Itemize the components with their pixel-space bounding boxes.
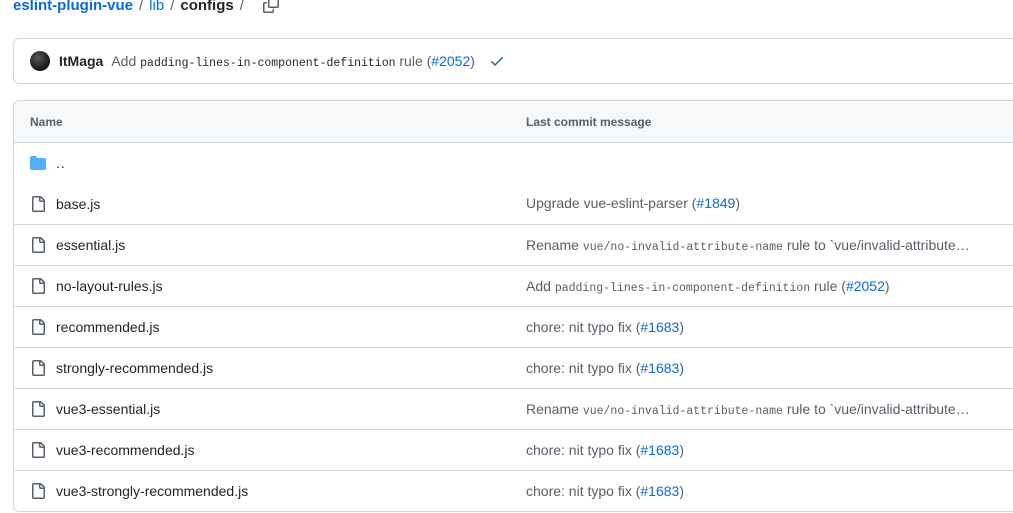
msg-post: ) xyxy=(679,482,684,499)
breadcrumb-trailing-separator: / xyxy=(239,0,244,14)
file-icon xyxy=(30,401,46,417)
check-icon[interactable] xyxy=(489,53,505,69)
commit-message[interactable]: Add padding-lines-in-component-definitio… xyxy=(111,53,475,70)
file-icon xyxy=(30,237,46,253)
file-icon xyxy=(30,278,46,294)
commit-message-end: ) xyxy=(470,52,475,69)
file-table: Name Last commit message .. base.js Upgr… xyxy=(13,100,1013,512)
msg-code: vue/no-invalid-attribute-name xyxy=(582,404,783,418)
msg-pre: Upgrade vue-eslint-parser ( xyxy=(526,195,697,211)
message-column-header: Last commit message xyxy=(526,114,652,129)
msg-post: ) xyxy=(679,318,684,335)
msg-code: vue/no-invalid-attribute-name xyxy=(582,240,783,254)
file-icon xyxy=(30,360,46,376)
file-row[interactable]: vue3-recommended.js chore: nit typo fix … xyxy=(14,429,1013,470)
commit-message-prefix: Add xyxy=(111,52,137,69)
pr-link[interactable]: #1683 xyxy=(640,319,679,335)
file-name-link[interactable]: recommended.js xyxy=(56,319,160,335)
file-name-link[interactable]: no-layout-rules.js xyxy=(56,278,163,294)
msg-pre: chore: nit typo fix ( xyxy=(526,318,641,335)
msg-pre: Add xyxy=(526,277,555,294)
pr-link[interactable]: #1683 xyxy=(640,360,679,376)
msg-mid: rule to `vue/invalid-attribute… xyxy=(782,236,970,253)
msg-post: ) xyxy=(679,441,684,458)
msg-pre: chore: nit typo fix ( xyxy=(526,482,641,499)
msg-pre: chore: nit typo fix ( xyxy=(526,359,641,376)
name-column-header: Name xyxy=(30,114,63,129)
file-name-link[interactable]: vue3-recommended.js xyxy=(56,442,195,458)
file-row[interactable]: recommended.js chore: nit typo fix (#168… xyxy=(14,306,1013,347)
avatar[interactable] xyxy=(30,51,50,71)
msg-post: ) xyxy=(679,359,684,376)
commit-message-code: padding-lines-in-component-definition xyxy=(140,56,396,70)
latest-commit-box: ItMaga Add padding-lines-in-component-de… xyxy=(13,38,1013,84)
breadcrumb-current: configs xyxy=(180,0,234,14)
parent-directory-link[interactable]: .. xyxy=(56,155,66,171)
file-commit-message[interactable]: chore: nit typo fix (#1683) xyxy=(526,319,1013,336)
pr-link[interactable]: #2052 xyxy=(846,278,885,294)
msg-post: ) xyxy=(884,277,890,294)
file-row[interactable]: base.js Upgrade vue-eslint-parser (#1849… xyxy=(14,183,1013,224)
file-icon xyxy=(30,195,46,212)
commit-author-link[interactable]: ItMaga xyxy=(59,53,103,69)
file-commit-message[interactable]: chore: nit typo fix (#1683) xyxy=(526,360,1013,377)
file-name-link[interactable]: vue3-strongly-recommended.js xyxy=(56,483,248,499)
file-commit-message[interactable]: chore: nit typo fix (#1683) xyxy=(526,442,1013,459)
copy-path-icon[interactable] xyxy=(262,0,280,14)
msg-pre: chore: nit typo fix ( xyxy=(526,441,641,458)
file-row[interactable]: strongly-recommended.js chore: nit typo … xyxy=(14,347,1013,388)
msg-pre: Rename xyxy=(526,236,583,253)
file-row[interactable]: vue3-strongly-recommended.js chore: nit … xyxy=(14,470,1013,511)
breadcrumb: eslint-plugin-vue / lib / configs / xyxy=(13,0,280,16)
file-row[interactable]: essential.js Rename vue/no-invalid-attri… xyxy=(14,224,1013,265)
file-icon xyxy=(30,483,46,499)
breadcrumb-repo-link[interactable]: eslint-plugin-vue xyxy=(13,0,133,14)
file-icon xyxy=(30,319,46,335)
msg-code: padding-lines-in-component-definition xyxy=(554,281,811,295)
file-name-link[interactable]: strongly-recommended.js xyxy=(56,360,213,376)
folder-icon xyxy=(30,155,46,171)
pr-link[interactable]: #1683 xyxy=(640,483,679,499)
file-commit-message[interactable]: Rename vue/no-invalid-attribute-name rul… xyxy=(526,237,1013,254)
table-header: Name Last commit message xyxy=(14,101,1013,142)
breadcrumb-separator: / xyxy=(139,0,144,14)
file-name-link[interactable]: vue3-essential.js xyxy=(56,401,160,417)
commit-message-suffix: rule ( xyxy=(399,52,432,69)
file-commit-message[interactable]: Upgrade vue-eslint-parser (#1849) xyxy=(526,195,1013,212)
pr-link[interactable]: #1683 xyxy=(640,442,679,458)
file-row[interactable]: no-layout-rules.js Add padding-lines-in-… xyxy=(14,265,1013,306)
file-commit-message[interactable]: chore: nit typo fix (#1683) xyxy=(526,483,1013,500)
breadcrumb-dir-link[interactable]: lib xyxy=(149,0,164,14)
pr-link[interactable]: #1849 xyxy=(696,195,735,211)
breadcrumb-separator: / xyxy=(170,0,175,14)
file-commit-message[interactable]: Add padding-lines-in-component-definitio… xyxy=(526,278,1013,295)
file-icon xyxy=(30,442,46,458)
msg-mid: rule to `vue/invalid-attribute… xyxy=(782,400,970,417)
commit-pr-link[interactable]: #2052 xyxy=(431,53,470,69)
msg-post: ) xyxy=(735,195,741,211)
file-name-link[interactable]: base.js xyxy=(56,196,100,212)
msg-mid: rule ( xyxy=(810,277,846,294)
file-commit-message[interactable]: Rename vue/no-invalid-attribute-name rul… xyxy=(526,401,1013,418)
file-name-link[interactable]: essential.js xyxy=(56,237,125,253)
msg-pre: Rename xyxy=(526,400,583,417)
file-row[interactable]: vue3-essential.js Rename vue/no-invalid-… xyxy=(14,388,1013,429)
parent-directory-row[interactable]: .. xyxy=(14,142,1013,183)
